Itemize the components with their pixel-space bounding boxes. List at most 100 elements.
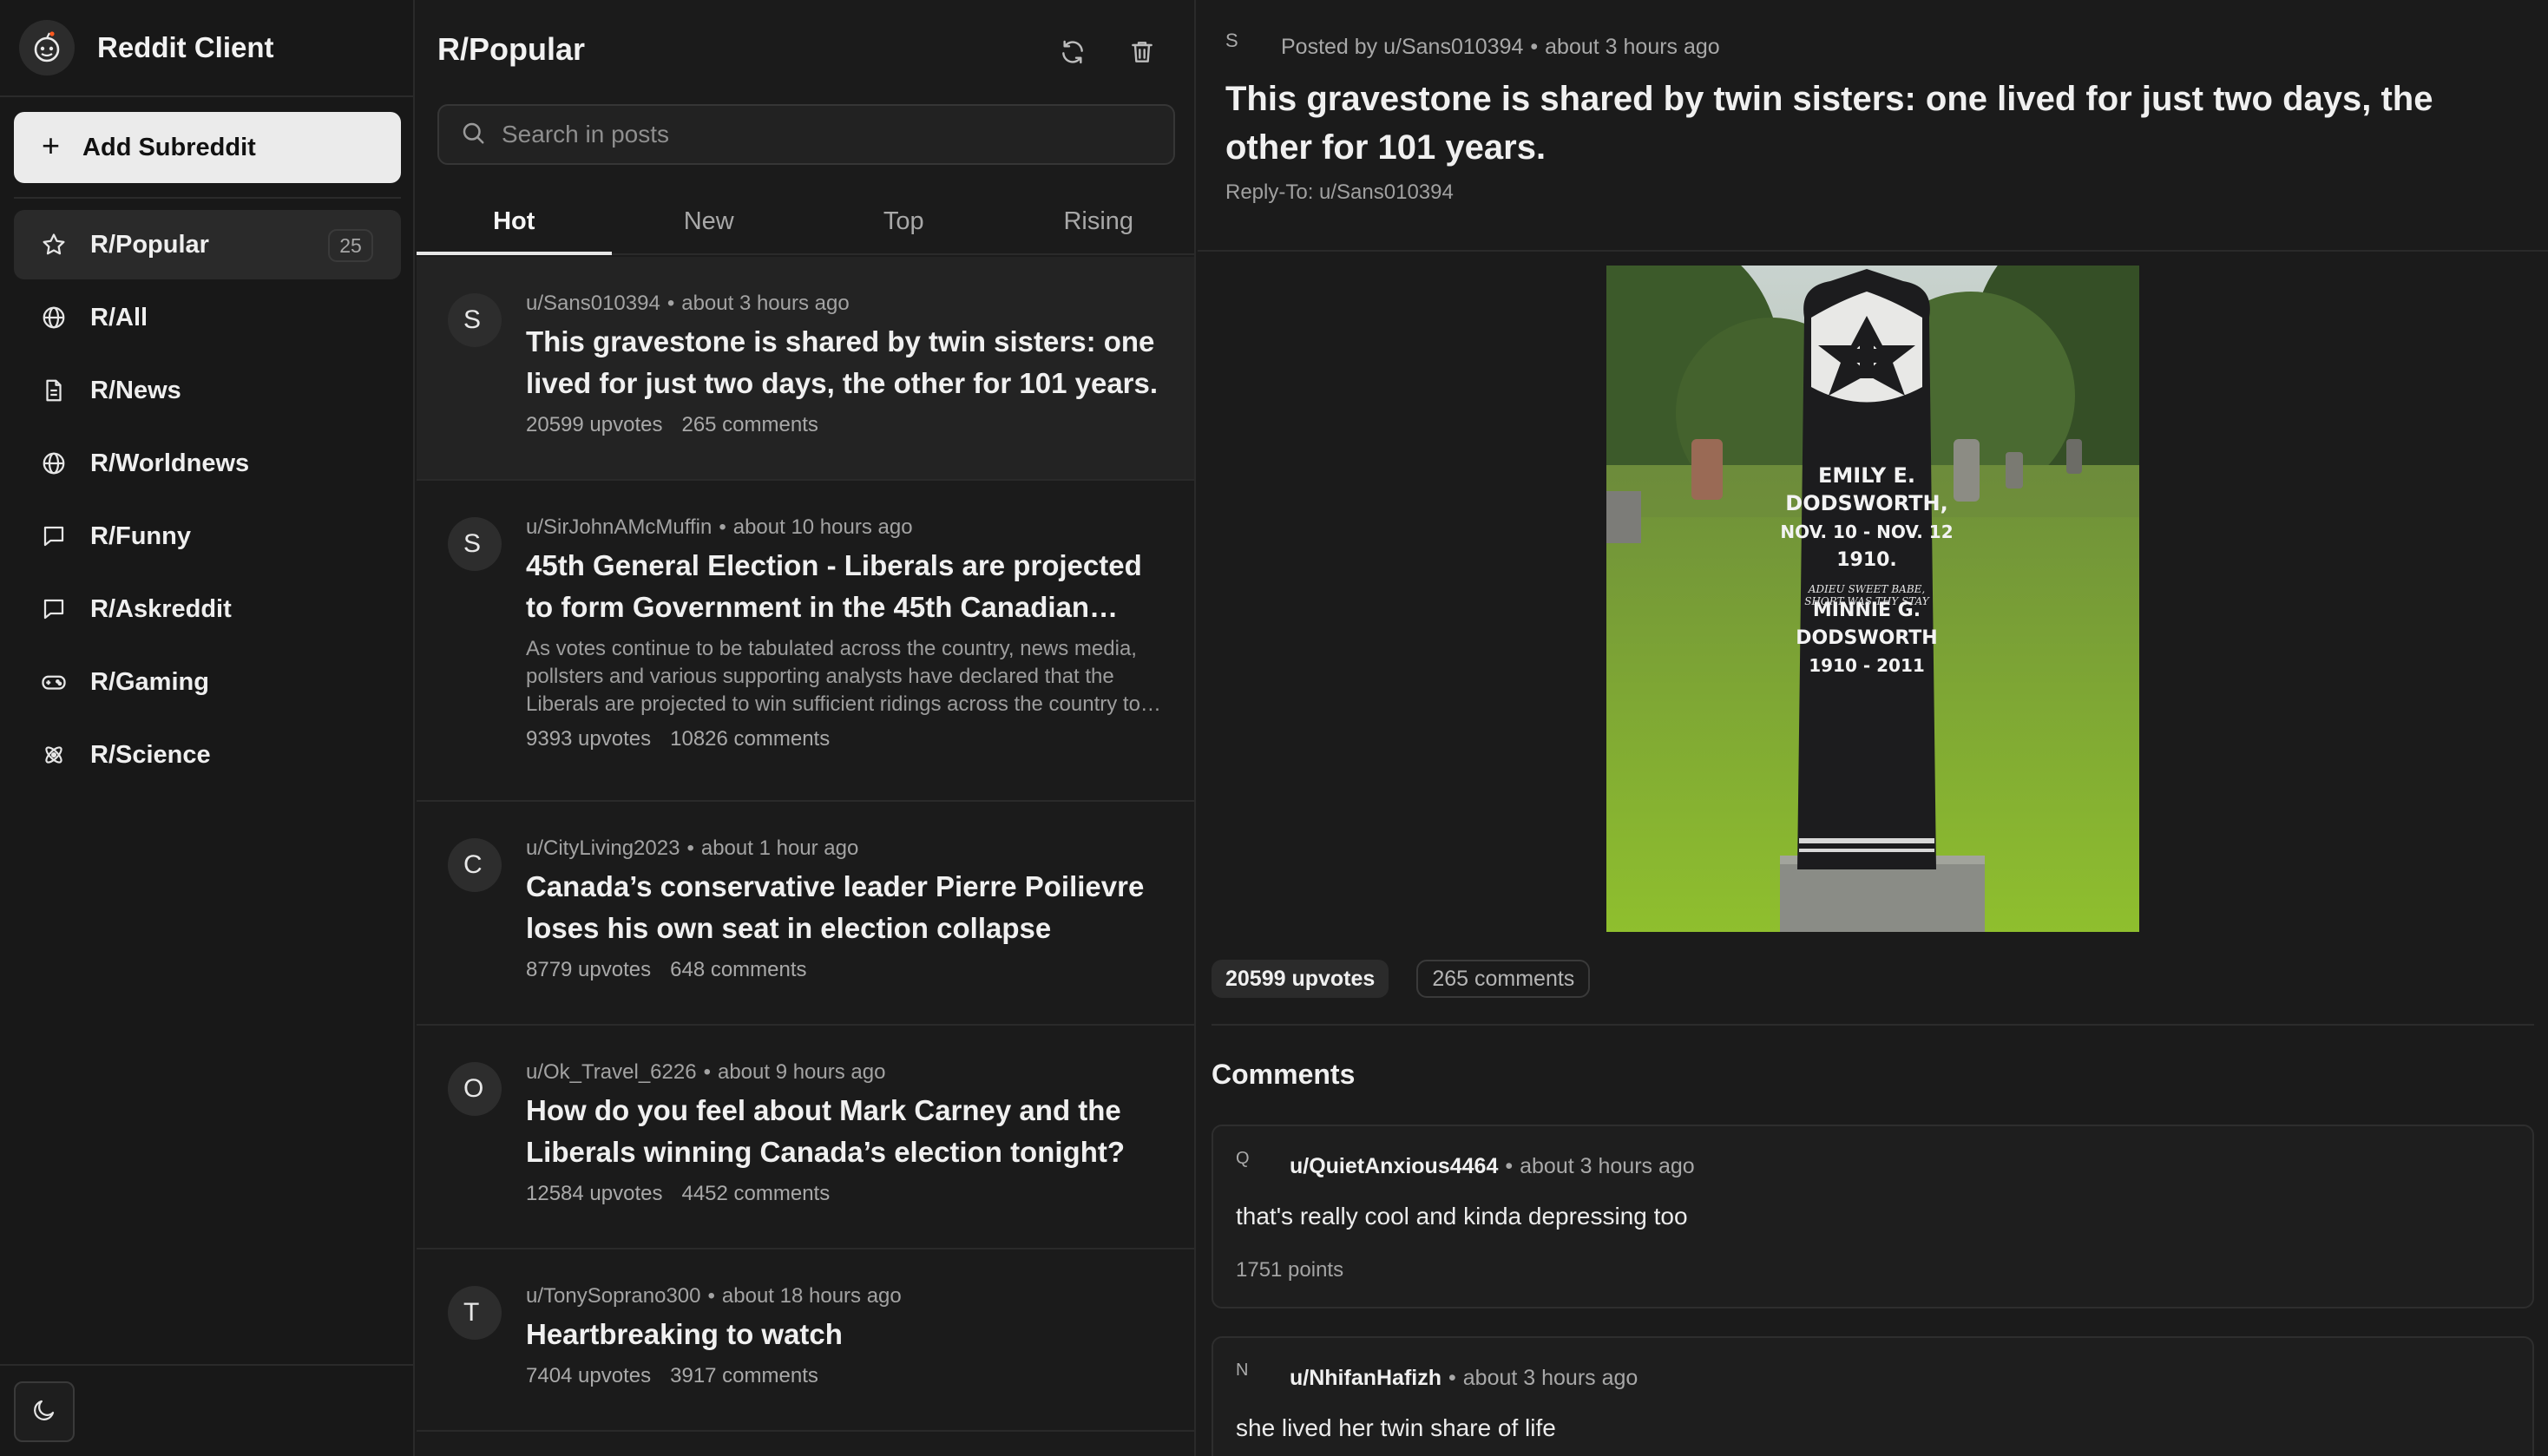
post-item[interactable]: C u/CityLiving2023 • about 1 hour ago Cana…	[417, 802, 1194, 1026]
post-list-panel: R/Popular Hot New Top Rising S u/Sans010…	[417, 0, 1196, 1456]
theme-toggle-button[interactable]	[14, 1381, 75, 1442]
post-author: u/Ok_Travel_6226	[526, 1060, 697, 1084]
post-title: 45th General Election - Liberals are pro…	[526, 549, 1142, 623]
stone-text: 1910 - 2011	[1809, 655, 1925, 676]
post-time: about 3 hours ago	[681, 292, 850, 315]
post-upvotes: 20599 upvotes	[526, 413, 663, 436]
post-excerpt: As votes continue to be tabulated across…	[526, 637, 1140, 716]
add-subreddit-label: Add Subreddit	[82, 133, 256, 161]
post-stats: 9393 upvotes 10826 comments	[526, 727, 1170, 751]
sidebar-item-label: R/News	[90, 376, 181, 404]
post-item[interactable]: O u/Ok_Travel_6226 • about 9 hours ago How…	[417, 1026, 1194, 1249]
avatar: O	[448, 1062, 502, 1116]
chat-bubble-icon	[40, 595, 68, 623]
subreddit-nav: R/Popular 25 R/All R/News R/Worldnews R/…	[14, 210, 401, 793]
reply-to: Reply-To: u/Sans010394	[1225, 180, 1454, 204]
tab-new[interactable]: New	[612, 189, 807, 253]
post-title: Heartbreaking to watch	[526, 1318, 843, 1350]
search-field[interactable]	[437, 104, 1175, 165]
post-time: about 1 hour ago	[700, 836, 859, 860]
post-author: u/TonySoprano300	[526, 1284, 701, 1308]
post-detail-header: S Posted by u/Sans010394 • about 3 hours a…	[1198, 0, 2548, 252]
comment-time: about 3 hours ago	[1520, 1154, 1695, 1178]
globe-icon	[40, 304, 68, 331]
post-upvotes: 9393 upvotes	[526, 727, 652, 751]
sidebar-item-popular[interactable]: R/Popular 25	[14, 210, 401, 279]
subreddit-count-badge: 25	[328, 229, 373, 262]
atom-icon	[40, 741, 68, 769]
trash-icon[interactable]	[1125, 35, 1159, 69]
post-title: Canada’s conservative leader Pierre Poil…	[526, 870, 1145, 944]
avatar: T	[448, 1286, 502, 1340]
post-image[interactable]: EMILY E. DODSWORTH, NOV. 10 - NOV. 12 19…	[1606, 266, 2139, 932]
tab-top[interactable]: Top	[806, 189, 1001, 253]
tab-rising[interactable]: Rising	[1001, 189, 1195, 253]
search-input[interactable]	[502, 121, 1161, 148]
sidebar-item-science[interactable]: R/Science	[14, 720, 401, 790]
post-meta: u/CityLiving2023 • about 1 hour ago	[526, 836, 859, 860]
stone-text: 1910.	[1836, 549, 1897, 571]
avatar: N	[1236, 1361, 1249, 1380]
stone-verse: ADIEU SWEET BABE,	[1808, 583, 1925, 595]
post-item[interactable]: S u/SirJohnAMcMuffin • about 10 hours ago …	[417, 481, 1194, 802]
stone-text: EMILY E.	[1818, 463, 1915, 488]
divider	[14, 197, 401, 199]
post-detail-panel: S Posted by u/Sans010394 • about 3 hours a…	[1198, 0, 2548, 1456]
star-icon	[40, 231, 68, 259]
plus-icon: +	[42, 128, 61, 163]
stone-text: DODSWORTH	[1796, 627, 1937, 649]
comment-body: she lived her twin share of life	[1236, 1414, 1556, 1441]
sidebar-item-gaming[interactable]: R/Gaming	[14, 647, 401, 717]
post-stats: 8779 upvotes 648 comments	[526, 958, 1170, 982]
sidebar-item-all[interactable]: R/All	[14, 283, 401, 352]
sidebar-item-news[interactable]: R/News	[14, 356, 401, 425]
tab-hot[interactable]: Hot	[417, 189, 612, 255]
avatar: S	[448, 293, 502, 347]
sidebar-item-label: R/Worldnews	[90, 449, 250, 477]
refresh-icon[interactable]	[1055, 35, 1090, 69]
post-meta: u/Ok_Travel_6226 • about 9 hours ago	[526, 1060, 886, 1084]
post-meta: u/SirJohnAMcMuffin • about 10 hours ago	[526, 515, 913, 539]
post-meta: u/TonySoprano300 • about 18 hours ago	[526, 1284, 902, 1308]
post-comments: 10826 comments	[670, 727, 831, 751]
stone-text: NOV. 10 - NOV. 12	[1780, 521, 1953, 542]
globe-icon	[40, 449, 68, 477]
post-item[interactable]: S u/Sans010394 • about 3 hours ago This gr…	[417, 257, 1194, 481]
avatar: S	[1225, 30, 1238, 51]
sidebar-item-label: R/Funny	[90, 521, 191, 550]
add-subreddit-button[interactable]: + Add Subreddit	[14, 112, 401, 183]
post-detail-meta: Posted by u/Sans010394 • about 3 hours ago	[1281, 35, 1720, 59]
post-item[interactable]: T u/TonySoprano300 • about 18 hours ago He…	[417, 1249, 1194, 1432]
upvotes-badge: 20599 upvotes	[1212, 960, 1389, 998]
post-stats: 7404 upvotes 3917 comments	[526, 1364, 1170, 1388]
post-stats: 20599 upvotes 265 comments	[526, 413, 1170, 437]
post-title: This gravestone is shared by twin sister…	[526, 325, 1159, 399]
posted-by: Posted by u/Sans010394	[1281, 35, 1524, 59]
post-time: about 10 hours ago	[732, 515, 913, 539]
comment-author[interactable]: u/NhifanHafizh	[1290, 1366, 1441, 1390]
post-detail-title: This gravestone is shared by twin sister…	[1225, 80, 2433, 167]
search-icon	[460, 120, 486, 150]
sidebar-item-askreddit[interactable]: R/Askreddit	[14, 574, 401, 644]
post-meta: u/Sans010394 • about 3 hours ago	[526, 292, 850, 315]
comment-author[interactable]: u/QuietAnxious4464	[1290, 1154, 1498, 1178]
sidebar-item-funny[interactable]: R/Funny	[14, 502, 401, 571]
reddit-logo-icon	[19, 20, 75, 75]
sidebar-item-label: R/Popular	[90, 230, 209, 259]
chat-bubble-icon	[40, 522, 68, 550]
stone-text: DODSWORTH,	[1785, 491, 1947, 515]
post-stats: 12584 upvotes 4452 comments	[526, 1182, 1170, 1206]
post-comments: 4452 comments	[681, 1182, 831, 1205]
comment-meta: u/NhifanHafizh • about 3 hours ago	[1290, 1366, 1638, 1390]
stone-verse: SHORT WAS THY STAY	[1804, 595, 1930, 607]
moon-icon	[31, 1397, 57, 1427]
avatar: C	[448, 838, 502, 892]
comment-body: that's really cool and kinda depressing …	[1236, 1203, 1688, 1230]
sidebar-item-label: R/Science	[90, 740, 211, 769]
comment-meta: u/QuietAnxious4464 • about 3 hours ago	[1290, 1154, 1695, 1178]
post-upvotes: 8779 upvotes	[526, 958, 652, 981]
post-list: S u/Sans010394 • about 3 hours ago This gr…	[417, 257, 1194, 1432]
brand-header: Reddit Client	[0, 0, 413, 97]
sidebar-item-worldnews[interactable]: R/Worldnews	[14, 429, 401, 498]
post-author: u/SirJohnAMcMuffin	[526, 515, 713, 539]
